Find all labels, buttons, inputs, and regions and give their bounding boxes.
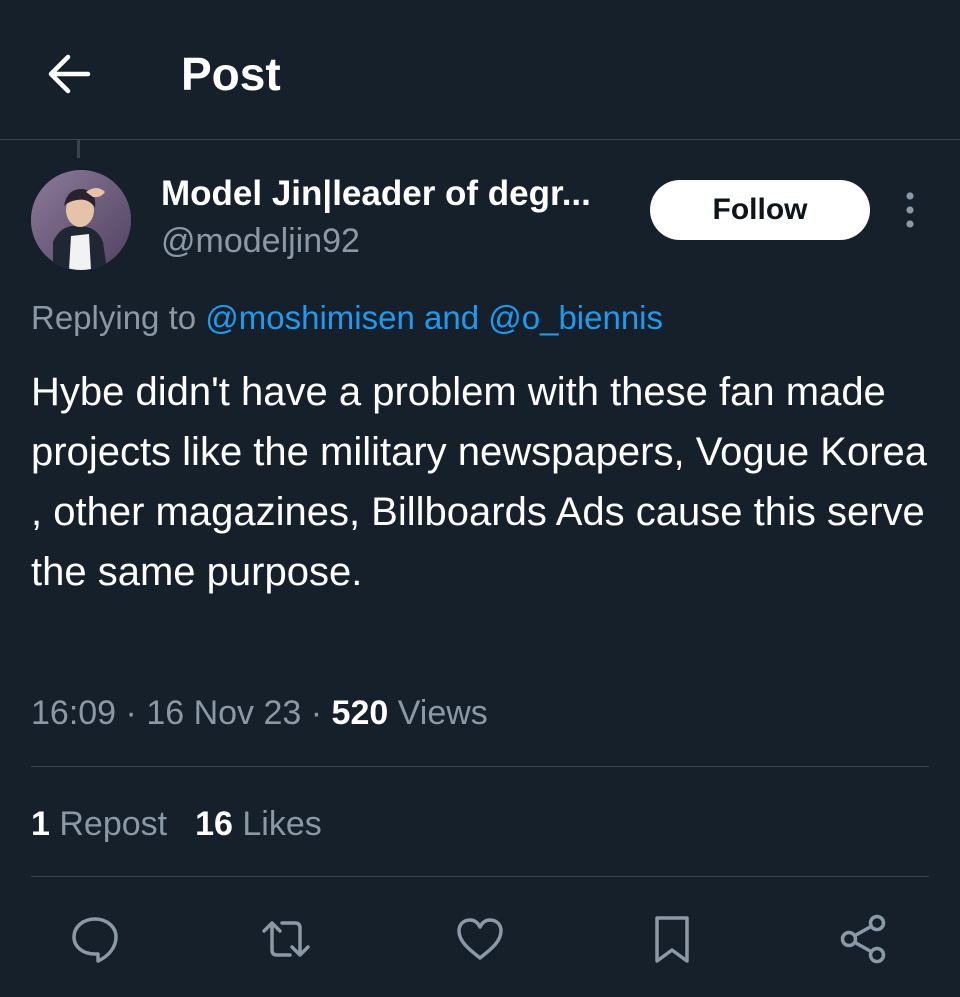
bookmark-button[interactable] [645,912,699,966]
share-icon [840,914,886,964]
reposts-stat[interactable]: 1 Repost [31,800,167,848]
more-vertical-icon [906,192,914,228]
post-time[interactable]: 16:09 [31,694,116,732]
follow-button[interactable]: Follow [650,180,870,240]
like-button[interactable] [453,912,507,966]
views-count: 520 [331,694,389,732]
bookmark-icon [655,916,689,963]
reposts-label: Repost [49,805,168,843]
mention-link[interactable]: @o_biennis [488,299,663,336]
replying-to-line: Replying to @moshimisen and @o_biennis [31,296,663,340]
back-button[interactable] [44,48,96,100]
avatar[interactable] [31,170,131,270]
post-date[interactable]: 16 Nov 23 [146,694,301,732]
engagement-stats: 1 Repost 16 Likes [31,800,350,848]
profile-photo [31,170,131,270]
mention-joiner: and [414,299,489,336]
views-label: Views [388,694,488,732]
likes-count: 16 [195,805,233,843]
arrow-left-icon [48,54,91,94]
likes-stat[interactable]: 16 Likes [195,800,322,848]
likes-label: Likes [232,805,322,843]
replying-prefix: Replying to [31,299,206,336]
more-options-button[interactable] [892,190,928,230]
share-button[interactable] [837,912,891,966]
repost-icon [262,921,310,957]
like-icon [457,918,503,960]
post-text: Hybe didn't have a problem with these fa… [31,370,928,594]
mention-link[interactable]: @moshimisen [205,299,415,336]
repost-button[interactable] [259,912,313,966]
page-title: Post [181,48,281,100]
top-bar: Post [0,0,960,140]
meta-separator: · [301,694,332,732]
divider [31,766,929,767]
thread-connector [77,140,80,158]
reply-button[interactable] [68,912,122,966]
author-handle[interactable]: @modeljin92 [161,220,360,262]
reply-icon [72,917,118,963]
post-meta: 16:09 · 16 Nov 23 · 520 Views [31,690,488,736]
reposts-count: 1 [31,805,50,843]
author-display-name[interactable]: Model Jin|leader of degr... [161,172,591,216]
divider [31,876,929,877]
meta-separator: · [116,694,147,732]
